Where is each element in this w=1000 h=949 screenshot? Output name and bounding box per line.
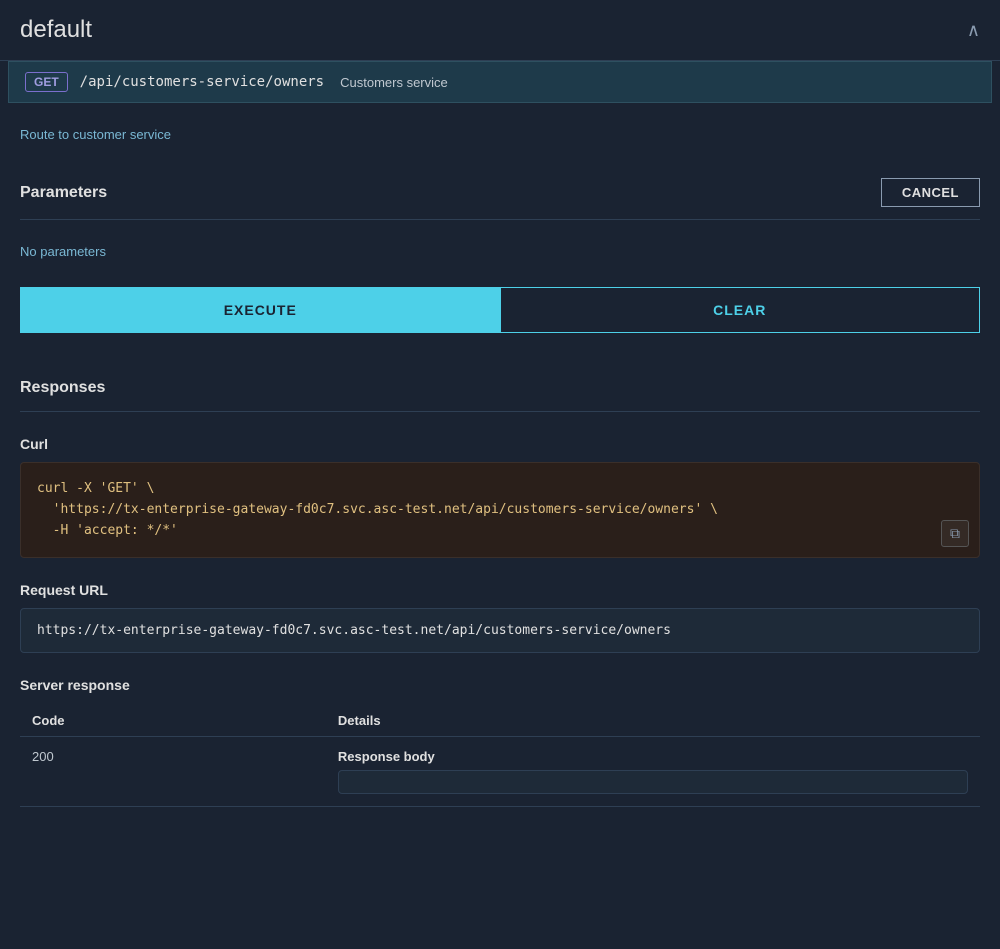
request-url-value: https://tx-enterprise-gateway-fd0c7.svc.… — [20, 608, 980, 653]
request-url-label: Request URL — [20, 582, 980, 598]
action-buttons: EXECUTE CLEAR — [20, 287, 980, 333]
main-content: Route to customer service Parameters CAN… — [0, 103, 1000, 847]
endpoint-bar: GET /api/customers-service/owners Custom… — [8, 61, 992, 103]
details-column-header: Details — [326, 705, 980, 737]
request-url-section: Request URL https://tx-enterprise-gatewa… — [20, 582, 980, 653]
clear-button[interactable]: CLEAR — [500, 288, 980, 332]
response-table: Code Details 200 Response body — [20, 705, 980, 807]
parameters-section-header: Parameters CANCEL — [20, 166, 980, 220]
response-code-cell: 200 — [20, 737, 326, 807]
curl-code-block: curl -X 'GET' \ 'https://tx-enterprise-g… — [20, 462, 980, 558]
curl-section: Curl curl -X 'GET' \ 'https://tx-enterpr… — [20, 436, 980, 558]
response-body-label: Response body — [338, 749, 968, 764]
cancel-button[interactable]: CANCEL — [881, 178, 980, 207]
page-title: default — [20, 16, 92, 44]
server-response-label: Server response — [20, 677, 980, 693]
curl-line-1: curl -X 'GET' \ — [37, 479, 963, 500]
header: default ∧ — [0, 0, 1000, 61]
no-params-text: No parameters — [20, 236, 980, 267]
page-container: default ∧ GET /api/customers-service/own… — [0, 0, 1000, 847]
parameters-title: Parameters — [20, 184, 107, 202]
curl-label: Curl — [20, 436, 980, 452]
curl-line-3: -H 'accept: */*' — [37, 521, 963, 542]
responses-section-header: Responses — [20, 365, 980, 412]
response-details-cell: Response body — [326, 737, 980, 807]
response-body-preview — [338, 770, 968, 794]
server-response-section: Server response Code Details 200 Respons… — [20, 677, 980, 807]
responses-title: Responses — [20, 379, 105, 396]
curl-line-2: 'https://tx-enterprise-gateway-fd0c7.svc… — [37, 500, 963, 521]
copy-curl-button[interactable]: ⧉ — [941, 520, 969, 547]
endpoint-path: /api/customers-service/owners — [80, 74, 324, 90]
execute-button[interactable]: EXECUTE — [21, 288, 500, 332]
code-column-header: Code — [20, 705, 326, 737]
table-row: 200 Response body — [20, 737, 980, 807]
route-description: Route to customer service — [20, 127, 980, 142]
collapse-icon[interactable]: ∧ — [967, 20, 980, 41]
method-badge: GET — [25, 72, 68, 92]
endpoint-description: Customers service — [340, 75, 448, 90]
